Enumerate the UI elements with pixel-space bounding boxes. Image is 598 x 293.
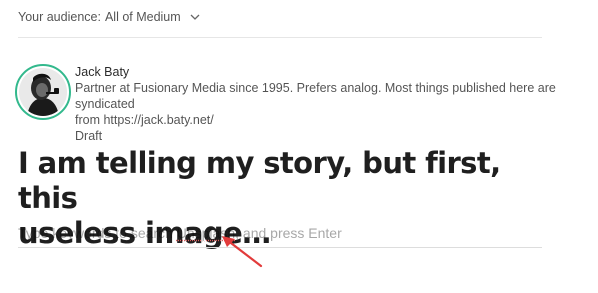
unsplash-search-input[interactable]: Type keywords to search Unsplash, and pr… bbox=[18, 224, 542, 242]
audience-selector[interactable]: Your audience: All of Medium bbox=[18, 8, 201, 26]
author-bio-line-2: from https://jack.baty.net/ bbox=[75, 113, 214, 127]
title-line-1: I am telling my story, but first, this bbox=[18, 146, 501, 215]
author-avatar[interactable] bbox=[15, 64, 71, 120]
header-divider bbox=[18, 37, 542, 38]
chevron-down-icon bbox=[189, 11, 201, 23]
audience-value: All of Medium bbox=[104, 10, 181, 24]
avatar-image bbox=[19, 68, 67, 116]
embed-placeholder-prefix: Type keywords to search bbox=[18, 225, 177, 241]
author-info: Jack Baty Partner at Fusionary Media sin… bbox=[75, 64, 575, 144]
author-bio-line-1: Partner at Fusionary Media since 1995. P… bbox=[75, 81, 556, 111]
audience-label: Your audience: bbox=[18, 10, 101, 24]
annotation-arrow-icon bbox=[222, 236, 263, 268]
post-status: Draft bbox=[75, 129, 103, 143]
embed-divider bbox=[18, 247, 542, 248]
author-name[interactable]: Jack Baty bbox=[75, 64, 575, 80]
